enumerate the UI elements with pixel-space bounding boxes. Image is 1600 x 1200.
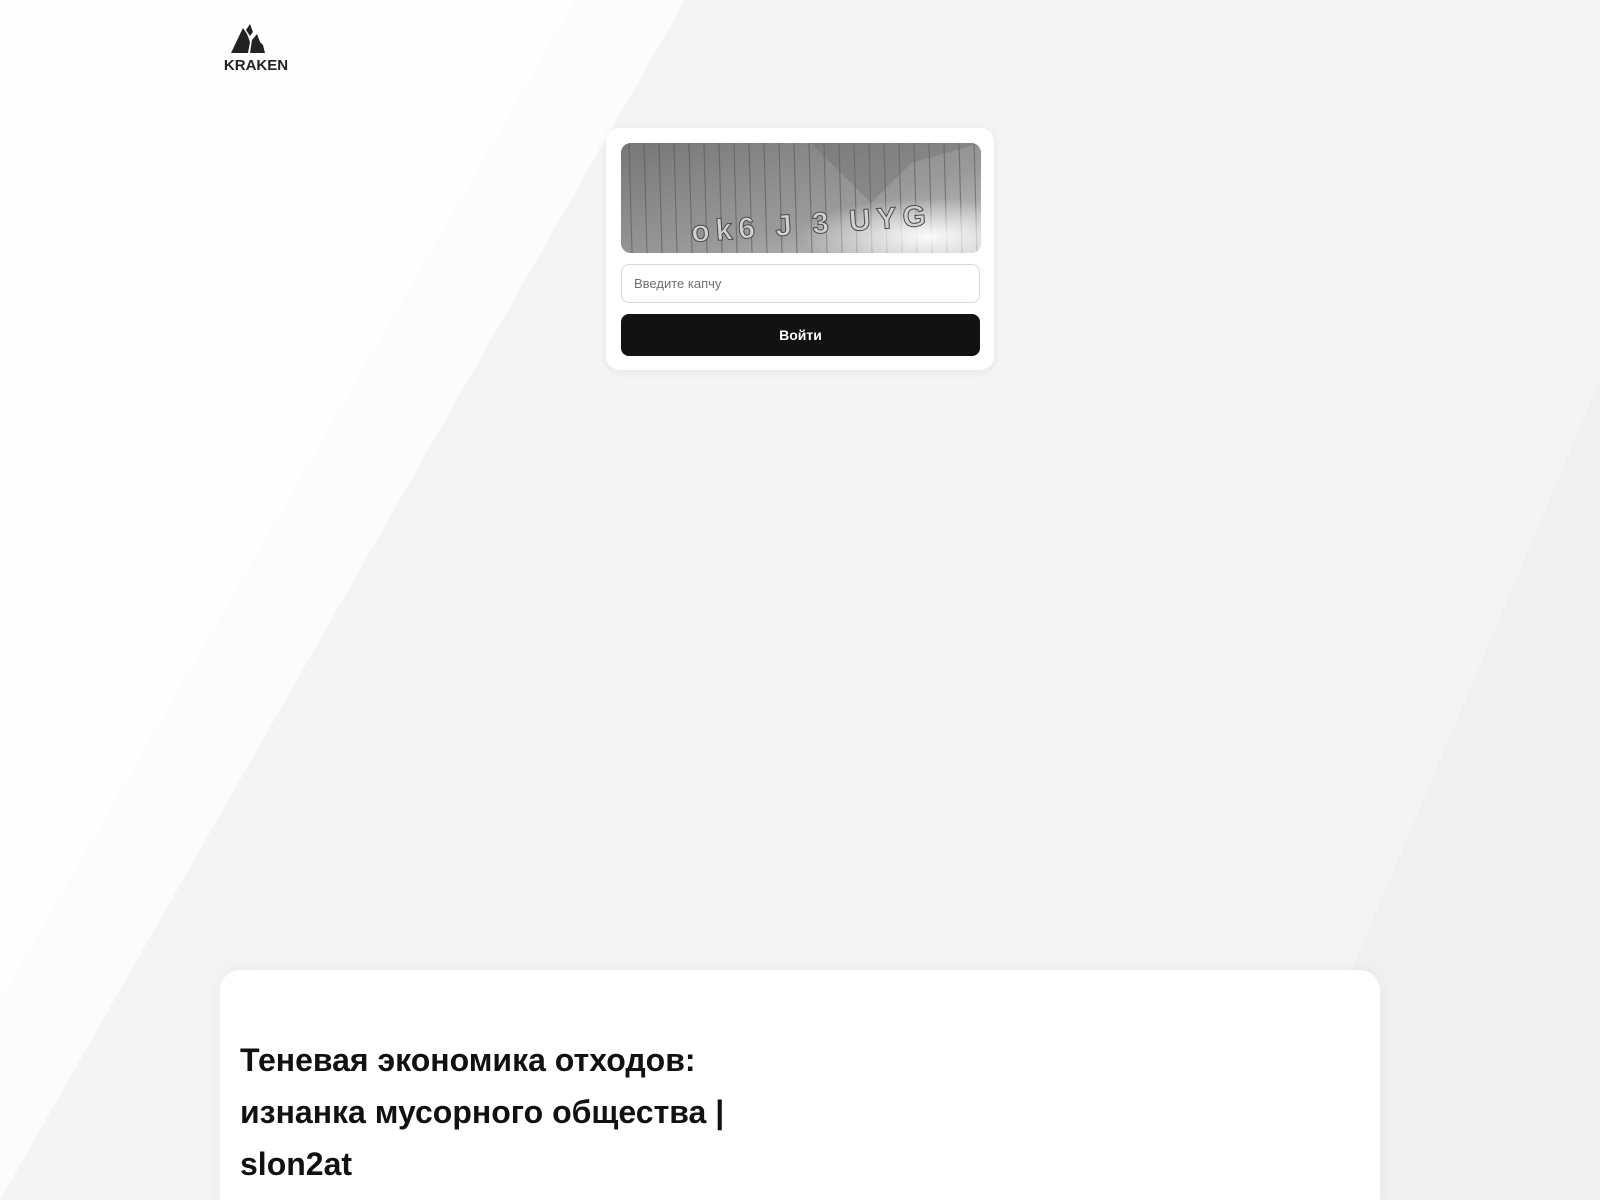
captcha-card: ok6 J 3 UYG Войти: [606, 128, 994, 370]
article-title-line-3: slon2at: [240, 1146, 353, 1182]
article-title-line-2: изнанка мусорного общества |: [240, 1094, 725, 1130]
kraken-logo-icon[interactable]: KRAKEN: [219, 20, 293, 72]
site-header: KRAKEN: [219, 20, 293, 72]
logo-wordmark: KRAKEN: [224, 57, 288, 72]
article-title: Теневая экономика отходов: изнанка мусор…: [240, 1034, 800, 1190]
captcha-image: ok6 J 3 UYG: [621, 143, 981, 253]
article-title-line-1: Теневая экономика отходов:: [240, 1042, 696, 1078]
login-button[interactable]: Войти: [621, 314, 980, 356]
article-card: Теневая экономика отходов: изнанка мусор…: [220, 970, 1380, 1200]
captcha-input[interactable]: [621, 264, 980, 303]
